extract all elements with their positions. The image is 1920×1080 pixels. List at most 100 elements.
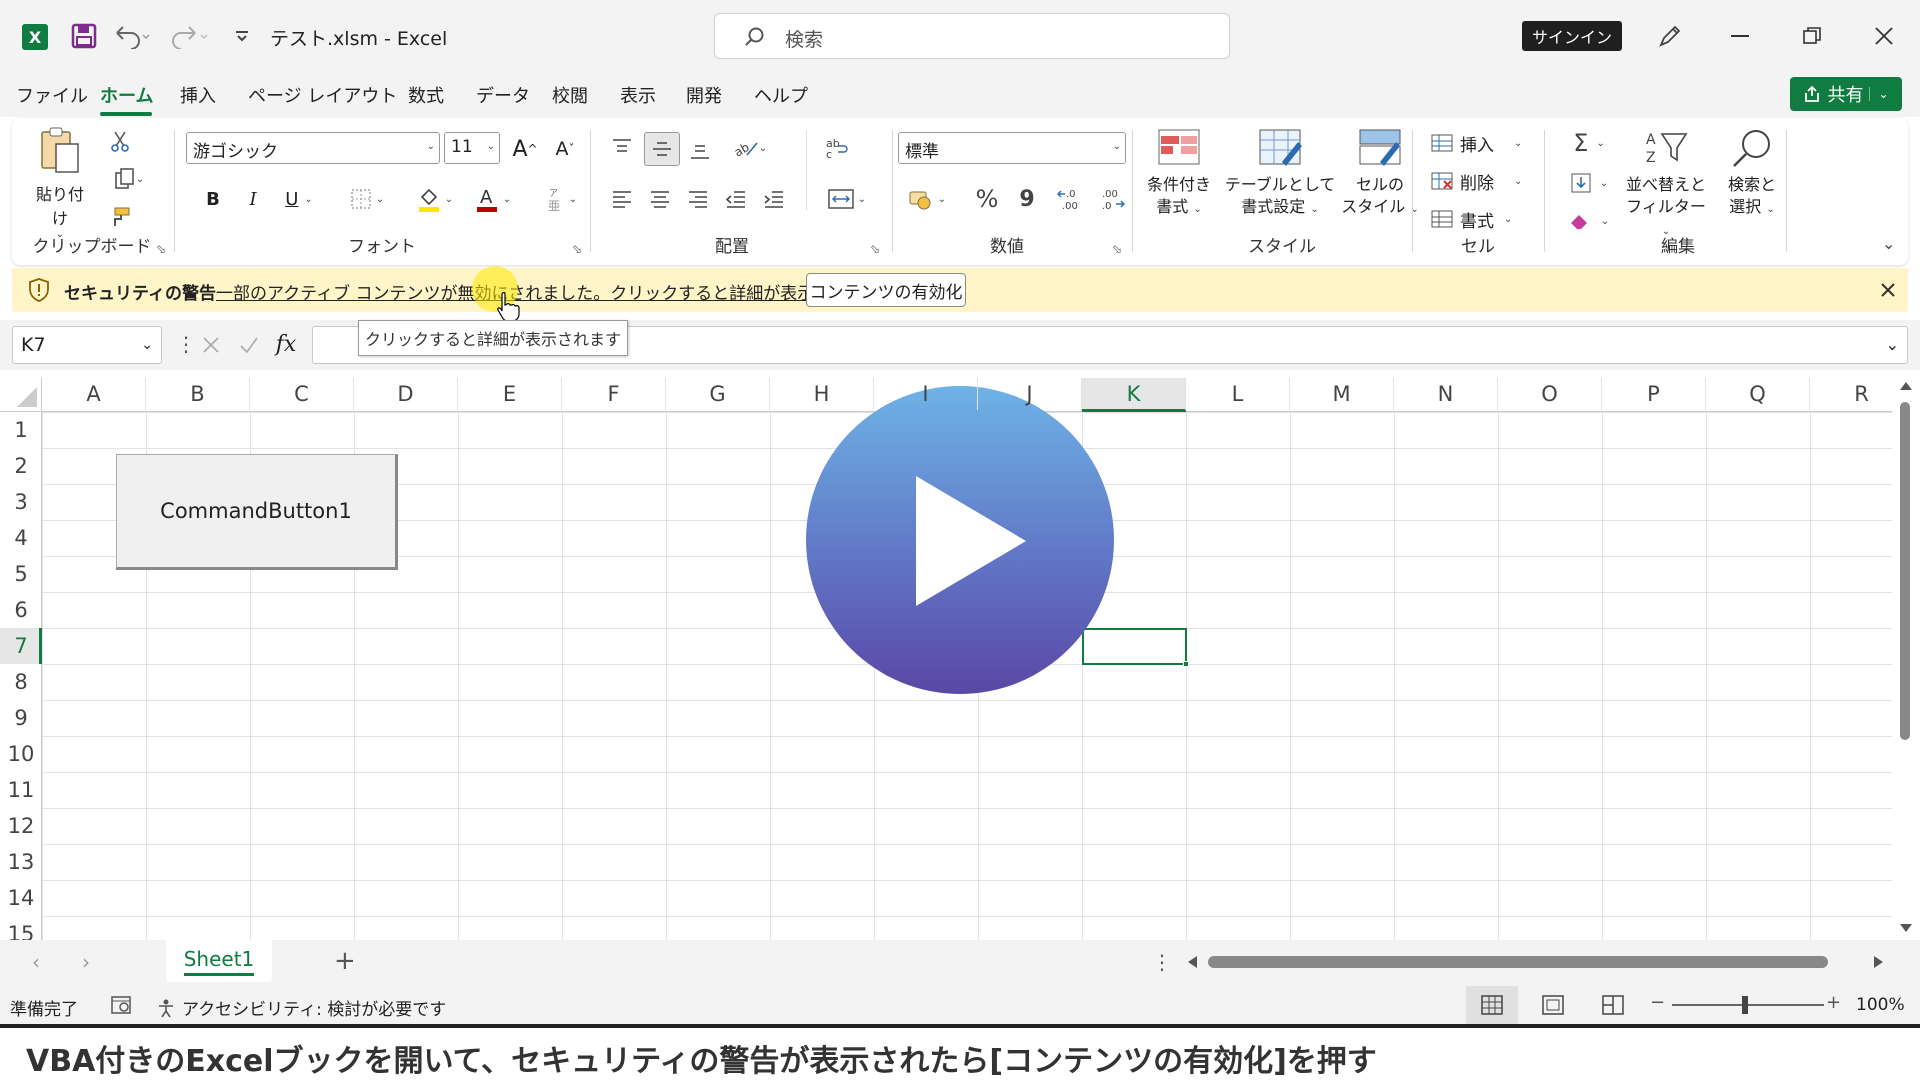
column-header-r[interactable]: R [1810, 378, 1892, 410]
font-launcher-icon[interactable]: ⬂ [572, 242, 582, 256]
align-left-icon[interactable] [606, 184, 638, 214]
worksheet[interactable]: CommandButton1 ABCDEFGHIJKLMNOPQR1234567… [0, 378, 1892, 940]
tab-file[interactable]: ファイル [16, 82, 88, 108]
tab-review[interactable]: 校閲 [552, 82, 588, 108]
orientation-icon[interactable]: ab ⌄ [724, 132, 776, 164]
column-header-c[interactable]: C [250, 378, 354, 410]
row-header-13[interactable]: 13 [0, 844, 42, 880]
column-header-q[interactable]: Q [1706, 378, 1810, 410]
horizontal-scroll-thumb[interactable] [1208, 956, 1828, 968]
prev-sheet-icon[interactable]: ‹ [32, 950, 40, 974]
column-header-i[interactable]: I [874, 378, 978, 410]
paste-button[interactable]: 貼り付け ⌄ [30, 126, 90, 240]
security-warning-message-link[interactable]: 一部のアクティブ コンテンツが無効にされました。クリックすると詳細が表示されます… [216, 279, 898, 304]
column-header-j[interactable]: J [978, 378, 1082, 410]
close-icon[interactable] [1864, 20, 1904, 52]
italic-button[interactable]: I [238, 184, 268, 214]
tab-view[interactable]: 表示 [620, 82, 656, 108]
vertical-scrollbar[interactable] [1892, 378, 1920, 940]
find-select-button[interactable]: 検索と 選択 ⌄ [1714, 128, 1790, 221]
scroll-right-icon[interactable] [1874, 956, 1883, 968]
enable-content-button[interactable]: コンテンツの有効化 [806, 273, 966, 307]
row-header-11[interactable]: 11 [0, 772, 42, 808]
row-header-12[interactable]: 12 [0, 808, 42, 844]
customize-qat-icon[interactable] [232, 26, 252, 46]
formula-bar-options-icon[interactable]: ⋮ [176, 332, 196, 356]
fill-icon[interactable]: ⌄ [1562, 168, 1616, 198]
column-header-d[interactable]: D [354, 378, 458, 410]
share-dropdown-icon[interactable]: ⌄ [1869, 87, 1889, 101]
row-header-2[interactable]: 2 [0, 448, 42, 484]
zoom-slider[interactable] [1672, 996, 1824, 1014]
name-box[interactable]: K7 ⌄ [12, 326, 162, 364]
borders-icon[interactable]: ⌄ [342, 184, 392, 214]
signin-button[interactable]: サインイン [1522, 21, 1622, 51]
fill-handle[interactable] [1183, 661, 1189, 667]
sort-filter-button[interactable]: AZ 並べ替えと フィルター ⌄ [1622, 128, 1710, 243]
format-as-table-button[interactable]: テーブルとして 書式設定 ⌄ [1222, 128, 1338, 221]
expand-formula-icon[interactable]: ⌄ [1886, 335, 1899, 354]
tab-developer[interactable]: 開発 [686, 82, 722, 108]
cell-styles-button[interactable]: セルの スタイル ⌄ [1340, 128, 1420, 221]
align-middle-icon[interactable] [644, 132, 680, 166]
selected-cell-k7[interactable] [1082, 628, 1189, 667]
delete-cells-button[interactable]: 削除 ⌄ [1430, 166, 1542, 196]
tab-page-layout[interactable]: ページ レイアウト [248, 82, 397, 108]
share-button[interactable]: 共有 ⌄ [1790, 77, 1902, 111]
decrease-decimal-icon[interactable]: .00.0 [1094, 182, 1132, 216]
copy-icon[interactable]: ⌄ [106, 166, 152, 192]
number-launcher-icon[interactable]: ⬂ [1112, 242, 1122, 256]
sheet-options-icon[interactable]: ⋮ [1152, 950, 1172, 974]
insert-cells-button[interactable]: 挿入 ⌄ [1430, 128, 1542, 158]
add-sheet-icon[interactable]: + [334, 946, 356, 976]
alignment-launcher-icon[interactable]: ⬂ [870, 242, 880, 256]
increase-indent-icon[interactable] [758, 184, 790, 214]
column-header-b[interactable]: B [146, 378, 250, 410]
column-header-p[interactable]: P [1602, 378, 1706, 410]
search-box[interactable]: 検索 [714, 13, 1230, 59]
row-header-7[interactable]: 7 [0, 628, 42, 664]
scroll-left-icon[interactable] [1188, 956, 1197, 968]
video-play-button[interactable] [806, 386, 1114, 694]
row-header-6[interactable]: 6 [0, 592, 42, 628]
cancel-entry-icon[interactable] [196, 330, 226, 360]
align-bottom-icon[interactable] [684, 134, 716, 166]
row-header-4[interactable]: 4 [0, 520, 42, 556]
zoom-slider-thumb[interactable] [1742, 996, 1748, 1014]
column-header-k[interactable]: K [1082, 378, 1186, 410]
select-all-corner[interactable] [0, 378, 42, 412]
row-header-8[interactable]: 8 [0, 664, 42, 700]
conditional-formatting-button[interactable]: 条件付き 書式 ⌄ [1140, 128, 1218, 221]
percent-button[interactable]: % [968, 182, 1006, 216]
grow-font-icon[interactable]: A ^ [508, 134, 542, 164]
autosum-icon[interactable]: Σ ⌄ [1562, 128, 1616, 158]
number-format-select[interactable]: 標準 ⌄ [898, 132, 1126, 164]
column-header-o[interactable]: O [1498, 378, 1602, 410]
font-size-select[interactable]: 11 ⌄ [444, 132, 500, 164]
row-header-10[interactable]: 10 [0, 736, 42, 772]
tab-help[interactable]: ヘルプ [754, 82, 808, 108]
vertical-scroll-thumb[interactable] [1900, 402, 1910, 740]
clear-icon[interactable]: ⌄ [1562, 206, 1616, 236]
align-right-icon[interactable] [682, 184, 714, 214]
column-header-e[interactable]: E [458, 378, 562, 410]
normal-view-icon[interactable] [1466, 986, 1518, 1024]
tab-home[interactable]: ホーム [100, 82, 153, 108]
accessibility-status[interactable]: アクセシビリティ: 検討が必要です [156, 995, 446, 1020]
align-top-icon[interactable] [606, 132, 638, 164]
sheet-tab-sheet1[interactable]: Sheet1 [166, 940, 272, 982]
minimize-icon[interactable] [1720, 20, 1760, 52]
macro-record-icon[interactable] [110, 994, 132, 1016]
confirm-entry-icon[interactable] [234, 330, 264, 360]
coauthor-pen-icon[interactable] [1654, 20, 1686, 52]
column-header-l[interactable]: L [1186, 378, 1290, 410]
row-header-15[interactable]: 15 [0, 916, 42, 940]
security-bar-close-icon[interactable] [1874, 276, 1902, 304]
format-painter-icon[interactable] [106, 204, 134, 230]
save-icon[interactable] [70, 22, 98, 50]
column-header-f[interactable]: F [562, 378, 666, 410]
decrease-indent-icon[interactable] [720, 184, 752, 214]
zoom-level[interactable]: 100% [1856, 995, 1905, 1015]
row-header-5[interactable]: 5 [0, 556, 42, 592]
tab-formulas[interactable]: 数式 [408, 82, 444, 108]
